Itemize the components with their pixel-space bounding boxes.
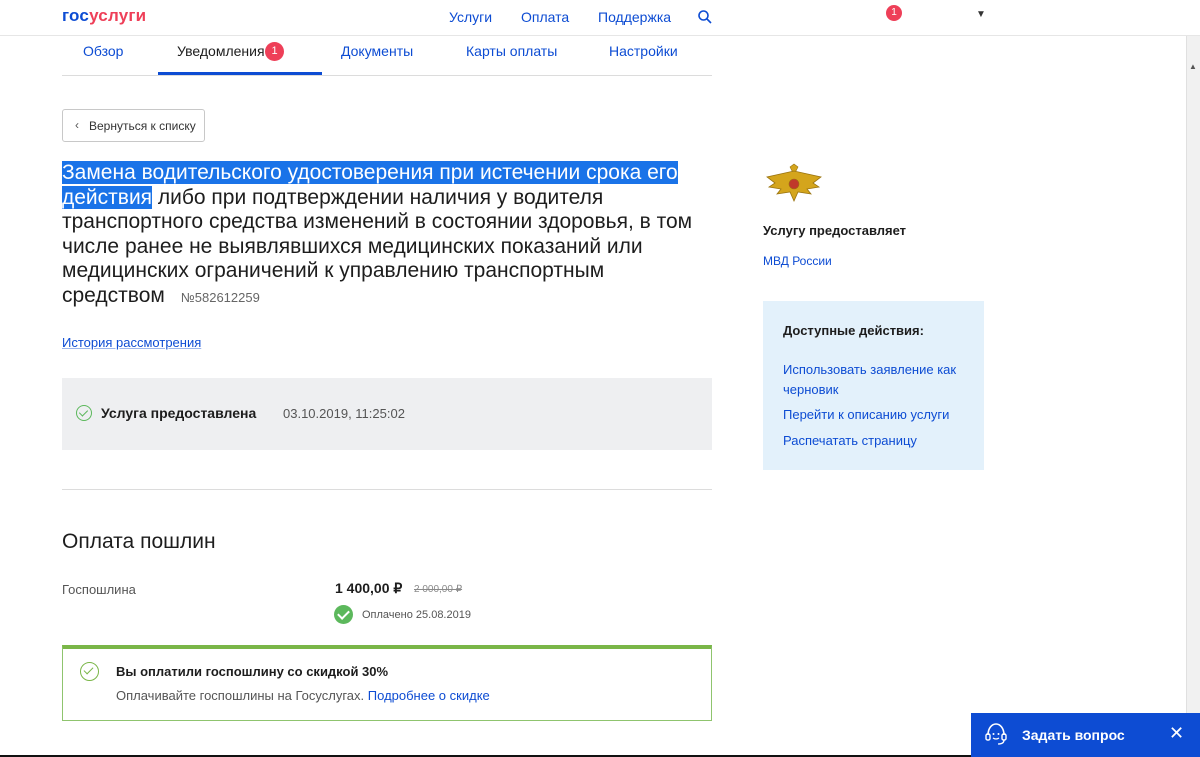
logo-text-part1: гос [62,6,90,25]
status-label: Услуга предоставлена [101,405,257,421]
nav-services[interactable]: Услуги [449,9,492,25]
scroll-up-arrow-icon[interactable]: ▲ [1189,62,1197,71]
ask-question-label: Задать вопрос [1022,727,1125,743]
notification-badge[interactable]: 1 [886,5,902,21]
discount-check-icon [80,662,99,681]
account-tabs: Обзор Уведомления 1 Документы Карты опла… [62,36,712,76]
search-icon[interactable] [697,9,713,25]
payment-heading: Оплата пошлин [62,530,216,553]
fee-old-amount: 2 000,00 ₽ [414,584,463,595]
discount-text-body: Оплачивайте госпошлины на Госуслугах. [116,688,365,703]
provider-label: Услугу предоставляет [763,223,907,238]
account-dropdown-icon[interactable]: ▼ [976,9,986,20]
mvd-emblem-icon [766,163,822,202]
discount-text: Оплачивайте госпошлины на Госуслугах. По… [116,688,490,703]
tab-overview[interactable]: Обзор [83,43,123,59]
actions-title: Доступные действия: [783,323,924,338]
scrollbar[interactable] [1186,36,1200,757]
fee-label: Госпошлина [62,582,136,597]
fee-amount: 1 400,00 ₽ [335,580,403,596]
application-number: №582612259 [180,289,260,305]
history-link[interactable]: История рассмотрения [62,335,201,350]
title-rest-text: либо при подтверждении наличия у водител… [62,185,693,307]
tab-documents[interactable]: Документы [341,43,413,59]
tab-payment-cards[interactable]: Карты оплаты [466,43,557,59]
close-icon[interactable]: ✕ [1169,723,1184,743]
tab-notifications[interactable]: Уведомления [177,43,265,59]
discount-title: Вы оплатили госпошлину со скидкой 30% [116,664,389,679]
available-actions-panel: Доступные действия: Использовать заявлен… [763,301,984,470]
service-description-link[interactable]: Перейти к описанию услуги [783,405,973,425]
ask-question-widget[interactable]: Задать вопрос ✕ [971,713,1200,757]
status-block: Услуга предоставлена 03.10.2019, 11:25:0… [62,378,712,450]
divider [62,489,712,490]
use-as-draft-link[interactable]: Использовать заявление как черновик [783,360,973,400]
print-page-link[interactable]: Распечатать страницу [783,431,973,451]
tab-notifications-badge: 1 [265,42,284,61]
discount-notice: Вы оплатили госпошлину со скидкой 30% Оп… [62,645,712,721]
paid-date: Оплачено 25.08.2019 [362,609,471,621]
support-operator-icon [985,723,1007,745]
back-to-list-button[interactable]: ‹ Вернуться к списку [62,109,205,142]
discount-details-link[interactable]: Подробнее о скидке [368,688,490,703]
active-tab-indicator [158,72,322,75]
top-header: госуслуги Услуги Оплата Поддержка 1 ▼ [0,0,1200,36]
nav-support[interactable]: Поддержка [598,9,671,25]
logo-text-part2: услуги [89,6,147,25]
paid-check-icon [334,605,353,624]
nav-payment[interactable]: Оплата [521,9,569,25]
gosuslugi-logo[interactable]: госуслуги [62,6,146,26]
application-title: Замена водительского удостоверения при и… [62,161,722,310]
provider-link[interactable]: МВД России [763,254,832,268]
status-check-icon [76,405,92,421]
tab-settings[interactable]: Настройки [609,43,678,59]
back-button-label: Вернуться к списку [89,119,196,133]
chevron-left-icon: ‹ [75,118,79,132]
status-datetime: 03.10.2019, 11:25:02 [283,406,405,421]
